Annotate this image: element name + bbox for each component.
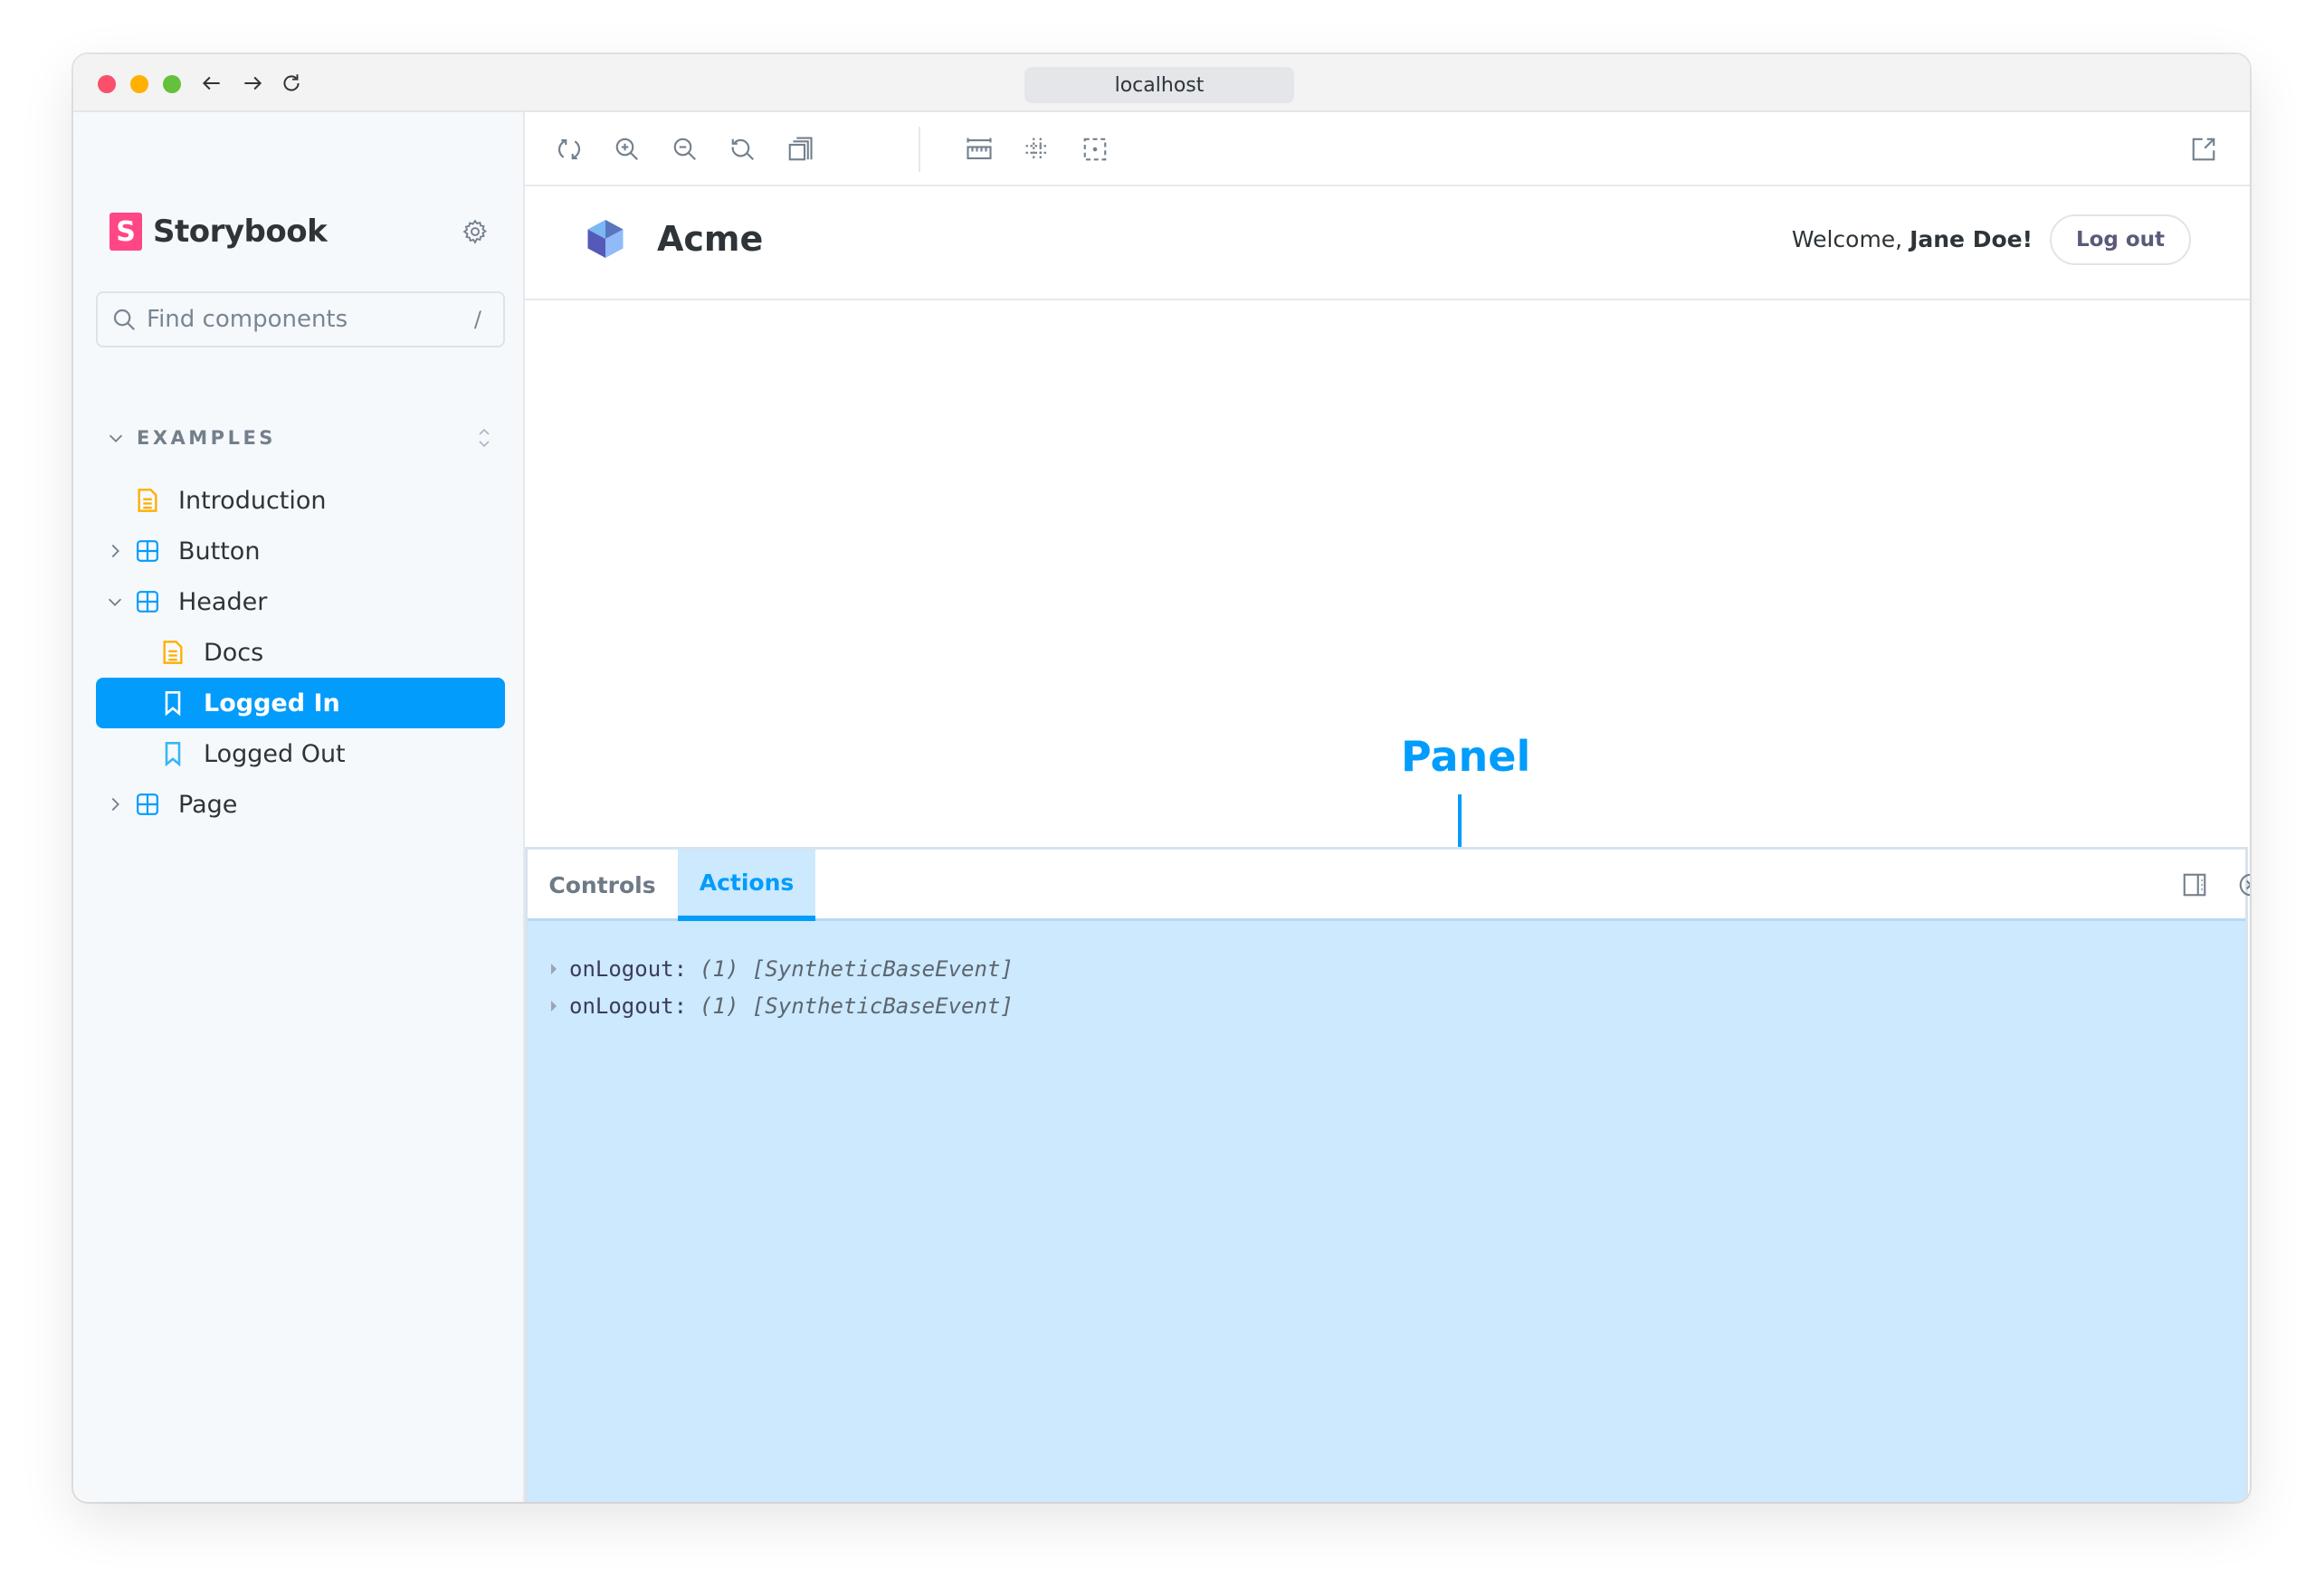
- tree-item-logged-out[interactable]: Logged Out: [96, 728, 505, 779]
- gear-icon: [462, 219, 488, 244]
- action-value: (1) [SyntheticBaseEvent]: [700, 955, 1014, 982]
- settings-button[interactable]: [461, 217, 490, 246]
- app-name: Acme: [657, 219, 764, 259]
- expand-triangle-icon[interactable]: [551, 1000, 557, 1012]
- sync-icon: [557, 138, 581, 160]
- collapse-all-icon[interactable]: [473, 425, 495, 451]
- zoom-out-button[interactable]: [667, 131, 703, 167]
- user-name: Jane Doe!: [1910, 226, 2033, 252]
- sidebar: S Storybook / EXAMPLES Introduction: [73, 112, 525, 1502]
- action-value: (1) [SyntheticBaseEvent]: [700, 993, 1014, 1019]
- arrow-right-icon: [244, 76, 262, 90]
- zoom-out-icon: [673, 138, 697, 161]
- open-in-new-tab-button[interactable]: [2186, 131, 2222, 167]
- tree-item-label: Logged In: [204, 689, 340, 717]
- zoom-in-button[interactable]: [609, 131, 645, 167]
- tree-item-header[interactable]: Header: [96, 576, 505, 627]
- ruler-icon: [967, 138, 992, 160]
- tree-item-label: Page: [178, 790, 238, 819]
- preview-header: Acme Welcome, Jane Doe! Log out: [525, 186, 2250, 300]
- brand-name: Storybook: [153, 214, 328, 250]
- storybook-logo-icon: S: [110, 213, 142, 251]
- measure-button[interactable]: [961, 131, 997, 167]
- tab-controls[interactable]: Controls: [528, 850, 677, 921]
- panel-annotation-label: Panel: [1401, 732, 1531, 781]
- action-name: onLogout:: [569, 993, 688, 1019]
- window-zoom-button[interactable]: [163, 75, 181, 93]
- tree-item-introduction[interactable]: Introduction: [96, 475, 505, 526]
- remount-button[interactable]: [551, 131, 587, 167]
- document-icon: [163, 641, 183, 664]
- component-icon: [137, 540, 158, 562]
- welcome-prefix: Welcome,: [1791, 226, 1910, 252]
- search-field[interactable]: /: [96, 291, 505, 347]
- chevron-down-icon: [109, 434, 123, 442]
- toolbar-divider: [919, 127, 920, 172]
- browser-titlebar: localhost: [73, 54, 2250, 112]
- zoom-reset-icon: [731, 138, 755, 161]
- actions-log: onLogout: (1) [SyntheticBaseEvent] onLog…: [551, 950, 1014, 1024]
- reset-zoom-button[interactable]: [725, 131, 761, 167]
- action-name: onLogout:: [569, 955, 688, 982]
- document-icon: [138, 489, 157, 512]
- tree-item-page[interactable]: Page: [96, 779, 505, 830]
- logout-button[interactable]: Log out: [2050, 214, 2191, 265]
- tree-item-label: Button: [178, 537, 261, 565]
- welcome-message: Welcome, Jane Doe!: [1792, 226, 2033, 252]
- action-log-row[interactable]: onLogout: (1) [SyntheticBaseEvent]: [551, 987, 1014, 1024]
- tree-item-label: Docs: [204, 638, 264, 667]
- reload-button[interactable]: [277, 67, 306, 100]
- addon-panel: Controls Actions onLogout: (1) [Syntheti…: [525, 847, 2250, 1502]
- panel-orientation-button[interactable]: [2179, 869, 2210, 900]
- address-bar[interactable]: localhost: [1024, 67, 1294, 103]
- reload-icon: [283, 74, 300, 91]
- back-button[interactable]: [197, 67, 226, 100]
- action-log-row[interactable]: onLogout: (1) [SyntheticBaseEvent]: [551, 950, 1014, 987]
- chevron-down-icon: [108, 598, 122, 606]
- close-panel-button[interactable]: [2235, 869, 2250, 900]
- tree-item-label: Header: [178, 587, 268, 616]
- window-close-button[interactable]: [98, 75, 116, 93]
- search-icon: [113, 309, 136, 331]
- outline-icon: [1083, 138, 1107, 161]
- browser-window: localhost S Storybook / EXAMPLES Int: [73, 54, 2250, 1502]
- grid-button[interactable]: [1019, 131, 1055, 167]
- tree-item-logged-in[interactable]: Logged In: [96, 678, 505, 728]
- grid-outline-icon: [1025, 138, 1049, 161]
- background-button[interactable]: [782, 131, 818, 167]
- url-text: localhost: [1114, 73, 1205, 97]
- bookmark-icon: [165, 742, 181, 766]
- search-shortcut-hint: /: [473, 307, 481, 332]
- bookmark-icon: [165, 691, 181, 716]
- tab-actions[interactable]: Actions: [678, 850, 815, 921]
- sidebar-alt-icon: [2183, 873, 2206, 897]
- component-icon: [137, 591, 158, 613]
- zoom-in-icon: [615, 138, 639, 161]
- window-minimize-button[interactable]: [130, 75, 148, 93]
- chevron-right-icon: [111, 544, 119, 558]
- close-circle-icon: [2239, 873, 2250, 897]
- share-alt-icon: [2192, 138, 2215, 161]
- arrow-left-icon: [202, 76, 220, 90]
- chevron-right-icon: [111, 797, 119, 812]
- photo-stack-icon: [788, 137, 813, 161]
- outline-button[interactable]: [1077, 131, 1113, 167]
- forward-button[interactable]: [238, 67, 267, 100]
- tree-item-docs[interactable]: Docs: [96, 627, 505, 678]
- panel-tab-bar: Controls Actions: [528, 850, 2250, 921]
- expand-triangle-icon[interactable]: [551, 963, 557, 974]
- section-label: EXAMPLES: [137, 427, 276, 449]
- search-input[interactable]: [145, 305, 474, 334]
- tree-item-label: Introduction: [178, 486, 327, 515]
- tree-item-button[interactable]: Button: [96, 526, 505, 576]
- component-icon: [137, 793, 158, 815]
- tree-item-label: Logged Out: [204, 739, 346, 768]
- main-area: Acme Welcome, Jane Doe! Log out Panel Co…: [525, 112, 2250, 1502]
- preview-toolbar: [525, 112, 2250, 186]
- storybook-brand[interactable]: S Storybook: [110, 212, 328, 252]
- acme-cube-icon: [587, 220, 624, 258]
- section-examples[interactable]: EXAMPLES: [106, 420, 495, 456]
